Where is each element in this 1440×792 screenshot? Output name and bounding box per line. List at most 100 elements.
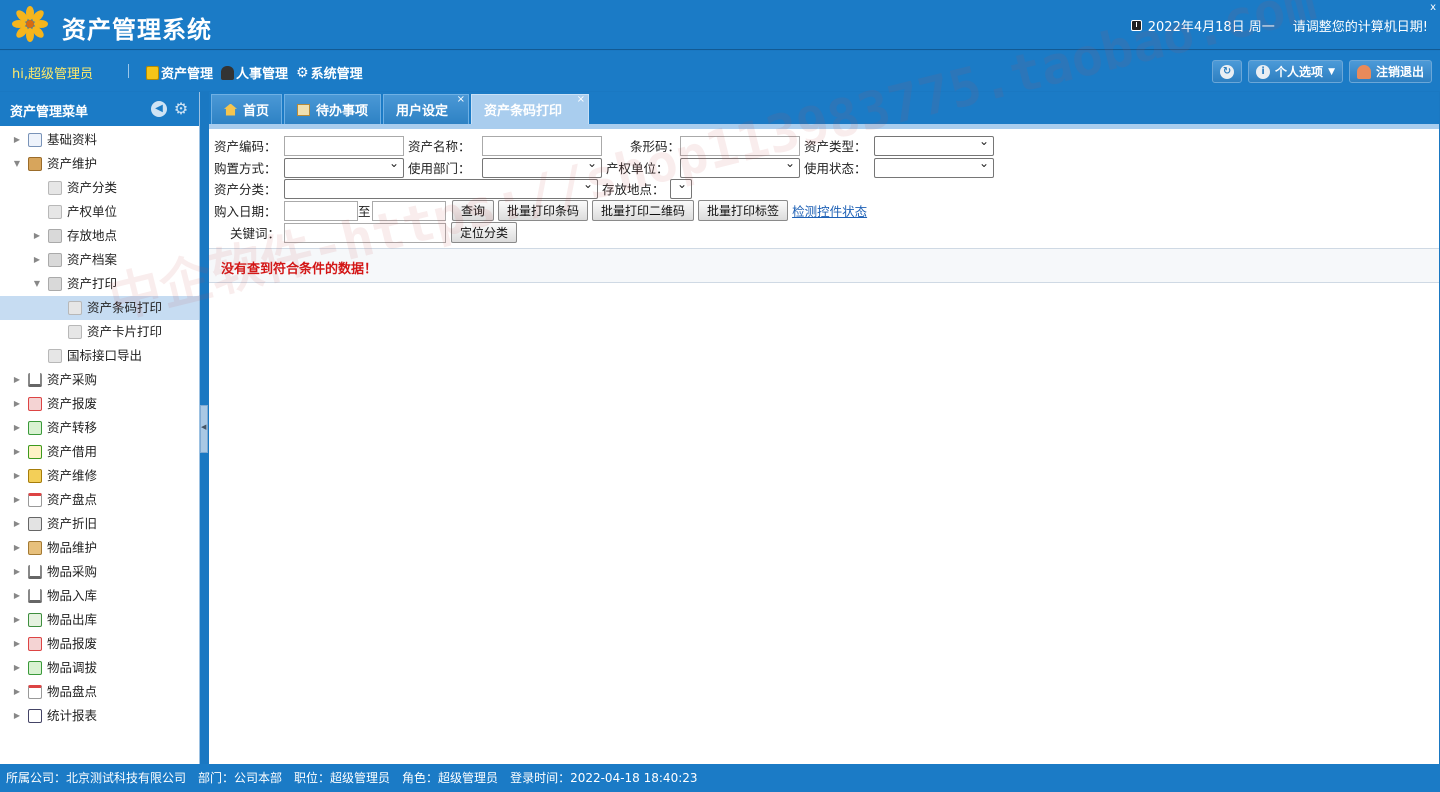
collapse-arrow-icon[interactable]: ▶ <box>12 368 22 392</box>
sidebar-item[interactable]: ▶ 物品维护 <box>0 536 199 560</box>
collapse-arrow-icon[interactable]: ▶ <box>12 560 22 584</box>
menu-hr-management[interactable]: 人事管理 <box>221 63 288 82</box>
search-form: 资产编码： 资产名称： 条形码： 资产类型： 购置方式： 使用部门： 产权单位：… <box>209 129 1439 249</box>
mail-icon <box>28 541 42 555</box>
nav-buttons: ↻ i 个人选项 ▼ 注销退出 <box>1212 60 1432 83</box>
file-icon <box>68 301 82 315</box>
sidebar-item-label: 国标接口导出 <box>67 348 143 363</box>
keyword-input[interactable] <box>284 222 446 243</box>
tab-user-settings[interactable]: 用户设定 × <box>383 94 470 124</box>
tab-home[interactable]: 首页 <box>211 94 283 124</box>
collapse-arrow-icon[interactable]: ▶ <box>32 224 42 248</box>
asset-code-input[interactable] <box>284 135 404 156</box>
use-status-select[interactable] <box>874 156 994 178</box>
expand-arrow-icon[interactable]: ▼ <box>12 152 22 176</box>
menu-label: 系统管理 <box>310 67 363 82</box>
collapse-arrow-icon[interactable]: ▶ <box>12 488 22 512</box>
batch-print-barcode-button[interactable]: 批量打印条码 <box>498 200 589 221</box>
form-row-3: 资产分类： 存放地点： <box>214 177 692 199</box>
locate-category-button[interactable]: 定位分类 <box>451 222 518 243</box>
collapse-arrow-icon[interactable]: ▶ <box>12 632 22 656</box>
dept-select[interactable] <box>482 156 602 178</box>
sidebar-item[interactable]: ▶ 存放地点 <box>0 224 199 248</box>
sidebar-item[interactable]: 产权单位 <box>0 200 199 224</box>
sidebar-item[interactable]: 国标接口导出 <box>0 344 199 368</box>
transfer-icon <box>28 421 42 435</box>
sidebar-item[interactable]: ▶ 资产转移 <box>0 416 199 440</box>
expand-arrow-icon[interactable]: ▼ <box>32 272 42 296</box>
close-tab-icon[interactable]: × <box>577 94 585 105</box>
close-icon[interactable]: x <box>1430 2 1436 13</box>
tab-bar: 首页 待办事项 用户设定 × 资产条码打印 × <box>209 92 1439 124</box>
asset-name-label: 资产名称： <box>408 139 471 154</box>
asset-type-select[interactable] <box>874 134 994 156</box>
collapse-arrow-icon[interactable]: ▶ <box>12 608 22 632</box>
use-status-label: 使用状态： <box>804 161 867 176</box>
check-control-status-link[interactable]: 检测控件状态 <box>792 201 867 220</box>
collapse-arrow-icon[interactable]: ▶ <box>12 416 22 440</box>
sidebar-item[interactable]: 资产卡片打印 <box>0 320 199 344</box>
collapse-sidebar-icon[interactable]: ◀ <box>151 101 167 117</box>
collapse-arrow-icon[interactable]: ▶ <box>12 680 22 704</box>
sidebar-splitter[interactable] <box>200 405 208 453</box>
menu-asset-management[interactable]: 资产管理 <box>146 63 213 82</box>
collapse-arrow-icon[interactable]: ▶ <box>12 704 22 728</box>
sidebar-item[interactable]: ▶ 资产维修 <box>0 464 199 488</box>
sidebar-item[interactable]: ▶ 资产借用 <box>0 440 199 464</box>
sidebar-title: 资产管理菜单 <box>10 105 89 120</box>
sidebar-item[interactable]: ▶ 物品出库 <box>0 608 199 632</box>
owner-unit-select[interactable] <box>680 156 800 178</box>
collapse-arrow-icon[interactable]: ▶ <box>12 656 22 680</box>
sidebar-item[interactable]: ▼ 资产维护 <box>0 152 199 176</box>
sidebar-item-label: 物品采购 <box>47 564 98 579</box>
collapse-arrow-icon[interactable]: ▶ <box>12 512 22 536</box>
purchase-method-select[interactable] <box>284 156 404 178</box>
sidebar-item[interactable]: ▶ 资产采购 <box>0 368 199 392</box>
sidebar-item[interactable]: 资产分类 <box>0 176 199 200</box>
sidebar-item[interactable]: ▶ 物品调拔 <box>0 656 199 680</box>
sidebar-item[interactable]: ▶ 物品入库 <box>0 584 199 608</box>
collapse-arrow-icon[interactable]: ▶ <box>12 536 22 560</box>
sidebar: 资产管理菜单 ◀ ⚙ ▶ 基础资料 ▼ 资产维护 资产分类 产权单位 ▶ 存放地点 ▶ 资产档案 ▼… <box>0 92 200 764</box>
owner-unit-label: 产权单位： <box>606 161 669 176</box>
batch-print-qrcode-button[interactable]: 批量打印二维码 <box>592 200 695 221</box>
tab-todo[interactable]: 待办事项 <box>284 94 382 124</box>
purchase-date-start-input[interactable] <box>284 200 358 221</box>
scrap-icon <box>28 397 42 411</box>
tab-asset-barcode-print[interactable]: 资产条码打印 × <box>471 94 590 124</box>
close-tab-icon[interactable]: × <box>457 94 465 105</box>
sidebar-item[interactable]: ▼ 资产打印 <box>0 272 199 296</box>
collapse-arrow-icon[interactable]: ▶ <box>32 248 42 272</box>
batch-print-label-button[interactable]: 批量打印标签 <box>698 200 789 221</box>
personal-options-button[interactable]: i 个人选项 ▼ <box>1248 60 1343 83</box>
collapse-arrow-icon[interactable]: ▶ <box>12 440 22 464</box>
sidebar-item[interactable]: ▶ 物品采购 <box>0 560 199 584</box>
refresh-button[interactable]: ↻ <box>1212 60 1243 83</box>
sidebar-item[interactable]: ▶ 物品报废 <box>0 632 199 656</box>
collapse-arrow-icon[interactable]: ▶ <box>12 392 22 416</box>
logout-button[interactable]: 注销退出 <box>1348 60 1432 83</box>
collapse-arrow-icon[interactable]: ▶ <box>12 464 22 488</box>
sidebar-item[interactable]: ▶ 基础资料 <box>0 128 199 152</box>
sidebar-item[interactable]: ▶ 资产档案 <box>0 248 199 272</box>
sidebar-item[interactable]: 资产条码打印 <box>0 296 199 320</box>
sidebar-item[interactable]: ▶ 资产盘点 <box>0 488 199 512</box>
menu-system-management[interactable]: ⚙ 系统管理 <box>296 63 363 83</box>
collapse-arrow-icon[interactable]: ▶ <box>12 584 22 608</box>
sidebar-item[interactable]: ▶ 资产报废 <box>0 392 199 416</box>
asset-name-input[interactable] <box>482 135 602 156</box>
sidebar-item[interactable]: ▶ 物品盘点 <box>0 680 199 704</box>
asset-category-select[interactable] <box>284 177 598 199</box>
barcode-input[interactable] <box>680 135 800 156</box>
gear-icon[interactable]: ⚙ <box>173 101 189 117</box>
menu-label: 资产管理 <box>161 67 214 82</box>
keyword-label: 关键词： <box>229 226 280 241</box>
purchase-date-label: 购入日期： <box>214 204 277 219</box>
sidebar-item[interactable]: ▶ 统计报表 <box>0 704 199 728</box>
sidebar-item[interactable]: ▶ 资产折旧 <box>0 512 199 536</box>
collapse-arrow-icon[interactable]: ▶ <box>12 128 22 152</box>
location-select[interactable] <box>670 177 692 199</box>
sidebar-item-label: 资产打印 <box>67 276 118 291</box>
purchase-date-end-input[interactable] <box>372 200 446 221</box>
query-button[interactable]: 查询 <box>452 200 495 221</box>
